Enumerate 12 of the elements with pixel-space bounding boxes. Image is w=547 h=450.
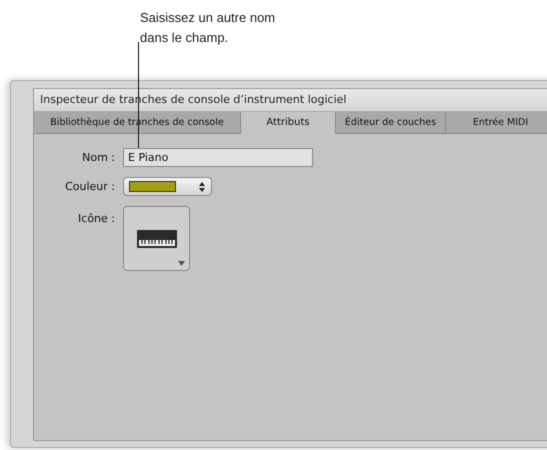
name-label: Nom : bbox=[81, 151, 116, 164]
color-popup[interactable] bbox=[123, 177, 212, 196]
icon-picker[interactable] bbox=[123, 206, 190, 271]
callout-text: Saisissez un autre nom dans le champ. bbox=[140, 9, 276, 47]
icon-label: Icône : bbox=[77, 211, 116, 225]
name-field[interactable]: E Piano bbox=[123, 148, 313, 167]
dropdown-arrow-icon bbox=[178, 261, 185, 266]
keyboard-icon bbox=[136, 230, 176, 248]
tab[interactable]: Éditeur de couches bbox=[336, 112, 446, 134]
tab[interactable]: Entrée MIDI bbox=[446, 112, 547, 134]
stepper-arrows-icon bbox=[199, 182, 205, 192]
color-label: Couleur : bbox=[64, 180, 116, 193]
